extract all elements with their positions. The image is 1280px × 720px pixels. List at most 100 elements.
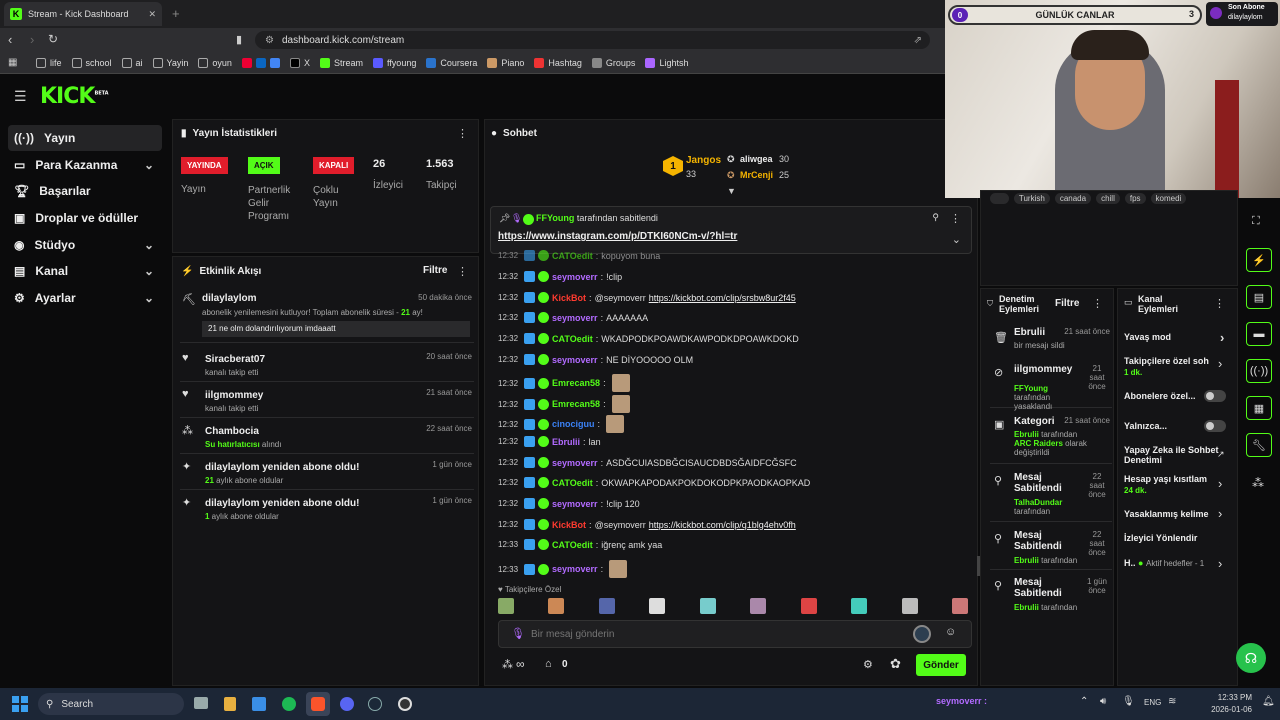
sidebar-item-ayarlar[interactable]: ⚙ Ayarlar ⌄ <box>8 285 162 311</box>
forward-icon[interactable]: › <box>30 32 34 47</box>
url-field[interactable]: ⚙ dashboard.kick.com/stream ⇗ <box>255 31 930 49</box>
chat-username[interactable]: Ebrulii <box>552 437 580 447</box>
tag[interactable]: canada <box>1054 193 1092 204</box>
emoji-icon[interactable]: ☺ <box>945 626 956 638</box>
tag[interactable]: Turkish <box>1013 193 1050 204</box>
quick-action-broadcast[interactable]: ((·)) <box>1246 359 1272 383</box>
chat-username[interactable]: seymoverr <box>552 564 598 574</box>
bookmark-item[interactable]: Yayin <box>152 57 188 68</box>
bookmark-item[interactable]: Piano <box>487 57 524 68</box>
tag[interactable] <box>990 193 1009 204</box>
site-info-icon[interactable]: ⚙ <box>265 35 274 46</box>
hamburger-menu-icon[interactable]: ☰ <box>14 88 27 105</box>
language-indicator[interactable]: ENG <box>1144 698 1161 707</box>
channel-action-banned-words[interactable]: Yasaklanmış kelime <box>1124 509 1216 519</box>
chat-message[interactable]: 12:32 Emrecan58: <box>498 374 968 392</box>
channel-action-ai-moderation[interactable]: Yapay Zeka ile Sohbet Denetimi <box>1124 445 1220 465</box>
emote-picker-icon[interactable]: ✿ <box>890 656 901 672</box>
chat-message[interactable]: 12:32 KickBot: @seymoverr https://kickbot.… <box>498 519 968 530</box>
emote[interactable] <box>598 598 615 614</box>
channel-action-account-age[interactable]: Hesap yaşı kısıtlam 24 dk. <box>1124 474 1216 495</box>
message-link[interactable]: https://kickbot.com/clip/srsbw8ur2f45 <box>649 293 796 303</box>
emote[interactable] <box>548 598 565 614</box>
chevron-right-icon[interactable]: › <box>1218 556 1222 571</box>
tray-chevron-icon[interactable]: ⌃ <box>1080 696 1088 707</box>
activity-item[interactable]: ⛏ dilaylaylom 50 dakika önce abonelik ye… <box>180 293 474 343</box>
chat-message[interactable]: 12:32 seymoverr: !clip 120 <box>498 498 968 509</box>
chevron-right-icon[interactable]: › <box>1218 356 1222 371</box>
message-link[interactable]: https://kickbot.com/clip/q1blg4ehv0fh <box>649 520 796 530</box>
brave-icon[interactable] <box>311 697 325 711</box>
bookmark-item[interactable]: school <box>71 57 112 68</box>
emote[interactable] <box>901 598 918 614</box>
fullscreen-icon[interactable]: ⛶ <box>1252 215 1260 228</box>
new-tab-icon[interactable]: + <box>172 6 180 21</box>
chat-message[interactable]: 12:32 seymoverr: !clip <box>498 271 968 282</box>
more-options-icon[interactable]: ⋮ <box>1214 297 1225 310</box>
chat-message[interactable]: 12:32 seymoverr: ASDĞCUIASDBĞCISAUCDBDSĞAI… <box>498 457 968 468</box>
quick-action-lightning[interactable]: ⚡ <box>1246 248 1272 272</box>
chat-message[interactable]: 12:32 KickBot: @seymoverr https://kickbot.… <box>498 292 968 303</box>
activity-filter-button[interactable]: Filtre <box>423 265 447 276</box>
channel-action-raid[interactable]: İzleyici Yönlendir <box>1124 533 1232 543</box>
chat-input[interactable]: 🎙︎ ☺ <box>498 620 972 648</box>
activity-item[interactable]: ⁂ Chambocia 22 saat önce Su hatırlatıcıs… <box>180 424 474 454</box>
chevron-right-icon[interactable]: › <box>1218 476 1222 491</box>
discord-icon[interactable] <box>340 697 354 711</box>
shop-icon[interactable]: ⌂ <box>545 658 552 670</box>
quick-action-clipboard[interactable]: ▤ <box>1246 285 1272 309</box>
chevron-right-icon[interactable]: › <box>1218 506 1222 521</box>
tag[interactable]: fps <box>1124 193 1146 204</box>
quick-action-wrench[interactable]: 🔧︎ <box>1246 433 1272 457</box>
close-tab-icon[interactable]: ✕ <box>148 9 156 20</box>
kick-points-icon[interactable]: ⁂ <box>502 658 513 671</box>
mod-action-item[interactable]: ▣ Kategori 21 saat önce Ebrulii tarafınd… <box>990 416 1112 464</box>
bookmark-item[interactable]: oyun <box>198 57 232 68</box>
bookmark-item[interactable] <box>241 57 280 68</box>
photos-icon[interactable] <box>252 697 266 711</box>
kick-points-icon[interactable]: ⁂ <box>1252 476 1264 490</box>
mod-action-item[interactable]: ⚲ Mesaj Sabitlendi 1 gün önce Ebrulii ta… <box>990 577 1112 617</box>
steam-icon[interactable] <box>368 697 382 711</box>
sidebar-item-kanal[interactable]: ▤ Kanal ⌄ <box>8 258 162 284</box>
quick-action-chat[interactable]: ▬ <box>1246 322 1272 346</box>
bookmark-item[interactable]: X <box>289 57 310 68</box>
sidebar-item-basarilar[interactable]: 🏆︎ Başarılar <box>8 178 162 204</box>
chat-message[interactable]: 12:32 Ebrulii: lan <box>498 436 968 447</box>
emote[interactable] <box>951 598 968 614</box>
kick-bot-icon[interactable] <box>913 625 931 643</box>
activity-item[interactable]: ✦ dilaylaylom yeniden abone oldu! 1 gün … <box>180 460 474 490</box>
emote[interactable] <box>851 598 868 614</box>
bookmark-item[interactable]: Hashtag <box>534 57 582 68</box>
sidebar-item-studyo[interactable]: ◉ Stüdyo ⌄ <box>8 232 162 258</box>
chat-message[interactable]: 12:33 seymoverr: <box>498 560 968 578</box>
notifications-icon[interactable]: 🔔︎ <box>1262 696 1275 707</box>
activity-item[interactable]: ♥ iilgmommey 21 saat önce kanalı takip e… <box>180 388 474 418</box>
kick-logo[interactable]: KICKBETA <box>40 84 109 109</box>
bookmark-item[interactable]: Lightsh <box>645 57 688 68</box>
activity-item[interactable]: ♥ Siracberat07 20 saat önce kanalı takip… <box>180 352 474 382</box>
wifi-icon[interactable]: ≋ <box>1168 696 1176 707</box>
chevron-down-icon[interactable]: ⌄ <box>952 233 961 246</box>
chat-username[interactable]: CATOedit <box>552 334 593 344</box>
channel-action-goals[interactable]: H.. ● Aktif hedefler - 1 <box>1124 558 1232 568</box>
emote[interactable] <box>649 598 666 614</box>
mod-action-item[interactable]: 🗑︎ Ebrulii 21 saat önce bir mesajı sildi <box>990 327 1112 357</box>
chat-username[interactable]: seymoverr <box>552 499 598 509</box>
bookmark-item[interactable]: ai <box>121 57 143 68</box>
support-headset-icon[interactable]: ☊ <box>1236 643 1266 673</box>
unpin-icon[interactable]: ⚲ <box>932 212 939 223</box>
chat-message[interactable]: 12:32 cinociguu: <box>498 415 968 433</box>
more-options-icon[interactable]: ⋮ <box>457 127 468 140</box>
chat-message[interactable]: 12:32 CATOedit: WKADPODKPOAWDKAWPODKDPOAWK… <box>498 333 968 344</box>
emote[interactable] <box>750 598 767 614</box>
bookmark-icon[interactable]: ▮ <box>236 33 242 46</box>
quick-action-tools[interactable]: ▦ <box>1246 396 1272 420</box>
chat-settings-icon[interactable]: ⚙ <box>863 658 873 671</box>
sidebar-item-para-kazanma[interactable]: ▭ Para Kazanma ⌄ <box>8 152 162 178</box>
emotes-only-toggle[interactable] <box>1204 420 1226 432</box>
more-options-icon[interactable]: ⋮ <box>457 265 468 278</box>
emote[interactable] <box>800 598 817 614</box>
leaderboard-name[interactable]: MrCenji <box>740 170 773 180</box>
windows-start-icon[interactable] <box>12 696 28 712</box>
